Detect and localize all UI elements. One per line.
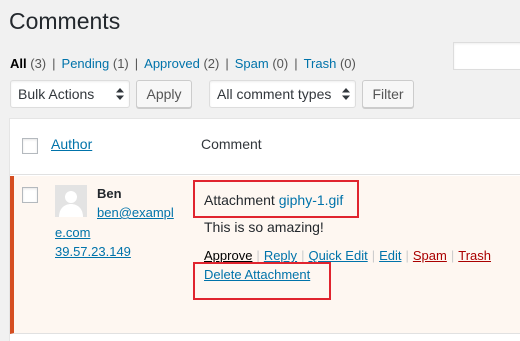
trash-action[interactable]: Trash <box>458 248 491 263</box>
bulk-actions-select[interactable]: Bulk Actions <box>10 80 130 108</box>
filter-trash-label: Trash <box>303 56 337 71</box>
comments-table: Author Comment Ben ben@exampl e.com 39.5… <box>9 118 520 341</box>
comment-type-select[interactable]: All comment types <box>209 80 356 108</box>
table-header: Author Comment <box>10 119 520 175</box>
avatar <box>55 185 87 217</box>
highlight-box-delete-attachment <box>193 262 331 300</box>
action-separator: | <box>450 248 455 263</box>
filter-trash-count: (0) <box>339 56 356 71</box>
action-separator: | <box>405 248 409 263</box>
filter-pending[interactable]: Pending (1) <box>62 56 129 71</box>
action-separator: | <box>371 248 376 263</box>
filter-spam[interactable]: Spam (0) <box>235 56 288 71</box>
spam-action[interactable]: Spam <box>413 248 447 263</box>
search-input[interactable] <box>453 42 520 70</box>
filter-separator: | <box>134 56 139 71</box>
filter-all[interactable]: All (3) <box>10 56 46 71</box>
reply-action[interactable]: Reply <box>264 248 297 263</box>
filter-approved[interactable]: Approved (2) <box>144 56 219 71</box>
comment-column-header: Comment <box>201 136 262 152</box>
filter-spam-label: Spam <box>234 56 269 71</box>
comment-type-value: All comment types <box>217 86 332 102</box>
author-name: Ben <box>97 186 122 201</box>
select-all-checkbox[interactable] <box>22 138 38 154</box>
author-ip-link[interactable]: 39.57.23.149 <box>55 244 131 259</box>
action-separator: | <box>301 248 305 263</box>
author-email-link[interactable]: ben@exampl <box>97 205 174 220</box>
apply-button[interactable]: Apply <box>136 80 192 108</box>
filter-separator: | <box>294 56 298 71</box>
select-arrows-icon <box>116 88 124 100</box>
filter-separator: | <box>52 56 56 71</box>
highlight-box-attachment <box>193 180 359 218</box>
quick-edit-action[interactable]: Quick Edit <box>308 248 367 263</box>
approve-action[interactable]: Approve <box>204 248 252 263</box>
row-actions: Approve | Reply | Quick Edit | Edit | Spam | Trash <box>204 248 491 263</box>
author-column-header[interactable]: Author <box>51 136 92 152</box>
filter-separator: | <box>225 56 229 71</box>
filter-trash[interactable]: Trash (0) <box>304 56 356 71</box>
status-filter-links: All (3) | Pending (1) | Approved (2) | Spam (0… <box>10 56 356 71</box>
action-separator: | <box>256 248 260 263</box>
filter-all-count: (3) <box>30 56 47 71</box>
row-checkbox[interactable] <box>22 187 38 203</box>
author-email-link-cont[interactable]: e.com <box>55 225 90 240</box>
default-avatar-icon <box>55 185 87 217</box>
filter-spam-count: (0) <box>272 56 289 71</box>
filter-pending-label: Pending <box>61 56 110 71</box>
bulk-actions-value: Bulk Actions <box>18 86 95 102</box>
filter-button[interactable]: Filter <box>362 80 414 108</box>
comment-text: This is so amazing! <box>204 219 324 235</box>
filter-approved-count: (2) <box>203 56 220 71</box>
page-title: Comments <box>9 8 121 34</box>
edit-action[interactable]: Edit <box>379 248 401 263</box>
filter-all-label: All <box>10 56 27 71</box>
filter-approved-label: Approved <box>144 56 200 71</box>
filter-pending-count: (1) <box>112 56 129 71</box>
select-arrows-icon <box>342 88 350 100</box>
